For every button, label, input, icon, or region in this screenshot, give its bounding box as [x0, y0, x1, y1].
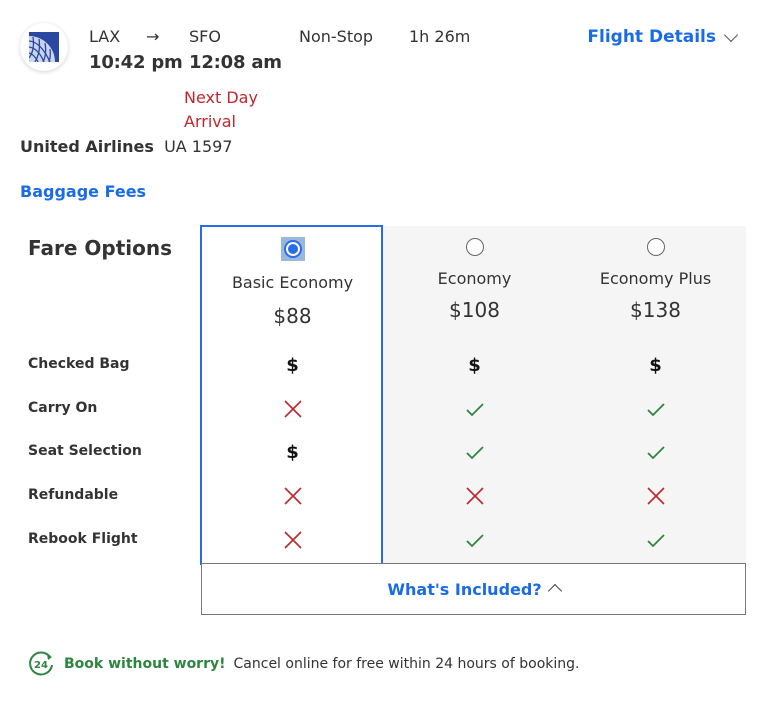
route-arrow: → — [146, 27, 160, 46]
chevron-down-icon — [723, 27, 739, 42]
feature-label: Seat Selection — [28, 443, 142, 459]
checkmark-icon — [564, 440, 747, 464]
feature-label: Rebook Flight — [28, 531, 138, 547]
fare-options-title: Fare Options — [28, 236, 172, 260]
fare-name: Basic Economy — [231, 273, 354, 292]
fare-option-economy[interactable]: Economy $108 — [383, 238, 566, 322]
checkmark-icon — [383, 528, 566, 552]
flight-details-label: Flight Details — [587, 27, 716, 47]
feature-label: Refundable — [28, 487, 119, 503]
baggage-fees-link[interactable]: Baggage Fees — [20, 182, 146, 201]
fare-price: $138 — [630, 298, 681, 322]
fare-name: Economy — [437, 269, 512, 288]
book-without-worry-notice: 24 Book without worry! Cancel online for… — [26, 649, 579, 679]
fare-price: $108 — [449, 298, 500, 322]
dollar-sign-icon: $ — [286, 354, 299, 376]
fare-radio-basic-economy[interactable] — [280, 237, 305, 261]
stops: Non-Stop — [299, 27, 374, 46]
fare-price: $88 — [273, 304, 312, 328]
fare-option-basic-economy[interactable]: Basic Economy $88 — [201, 237, 384, 328]
feature-label: Carry On — [28, 400, 98, 416]
whats-included-toggle[interactable]: What's Included? — [201, 563, 746, 615]
checkmark-icon — [383, 440, 566, 464]
destination-code: SFO — [189, 27, 221, 46]
checkmark-icon — [564, 528, 747, 552]
arrive-time: 12:08 am — [189, 52, 282, 73]
feature-label: Checked Bag — [28, 356, 130, 372]
airline-logo — [20, 23, 68, 71]
next-day-line1: Next Day — [184, 88, 258, 107]
notice-text: Cancel online for free within 24 hours o… — [233, 656, 580, 672]
united-globe-icon — [29, 32, 59, 62]
dollar-sign-icon: $ — [286, 441, 299, 463]
fare-radio-economy-plus[interactable] — [646, 238, 665, 256]
flight-number: UA 1597 — [164, 137, 233, 156]
x-mark-icon — [201, 397, 384, 421]
depart-time: 10:42 pm — [89, 52, 183, 73]
svg-text:24: 24 — [34, 660, 48, 671]
origin-code: LAX — [89, 27, 121, 46]
x-mark-icon — [201, 484, 384, 508]
fare-radio-economy[interactable] — [465, 238, 484, 256]
fee-icon: $ — [201, 353, 384, 377]
fee-icon: $ — [201, 440, 384, 464]
whats-included-label: What's Included? — [387, 579, 542, 599]
airline-info: United Airlines UA 1597 — [20, 137, 233, 156]
x-mark-icon — [383, 484, 566, 508]
flight-details-link[interactable]: Flight Details — [587, 27, 739, 47]
fare-name: Economy Plus — [599, 269, 712, 288]
airline-name: United Airlines — [20, 137, 154, 156]
chevron-up-icon — [547, 583, 562, 599]
fee-icon: $ — [383, 353, 566, 377]
x-mark-icon — [201, 528, 384, 552]
dollar-sign-icon: $ — [468, 354, 481, 376]
radio-selected-dot — [287, 244, 298, 254]
checkmark-icon — [383, 397, 566, 421]
fare-option-economy-plus[interactable]: Economy Plus $138 — [564, 238, 747, 322]
x-mark-icon — [564, 484, 747, 508]
dollar-sign-icon: $ — [649, 354, 662, 376]
fee-icon: $ — [564, 353, 747, 377]
notice-highlight: Book without worry! — [64, 656, 226, 672]
24-hour-clock-icon: 24 — [29, 651, 53, 676]
duration: 1h 26m — [409, 27, 471, 46]
next-day-line2: Arrival — [184, 112, 236, 131]
checkmark-icon — [564, 397, 747, 421]
